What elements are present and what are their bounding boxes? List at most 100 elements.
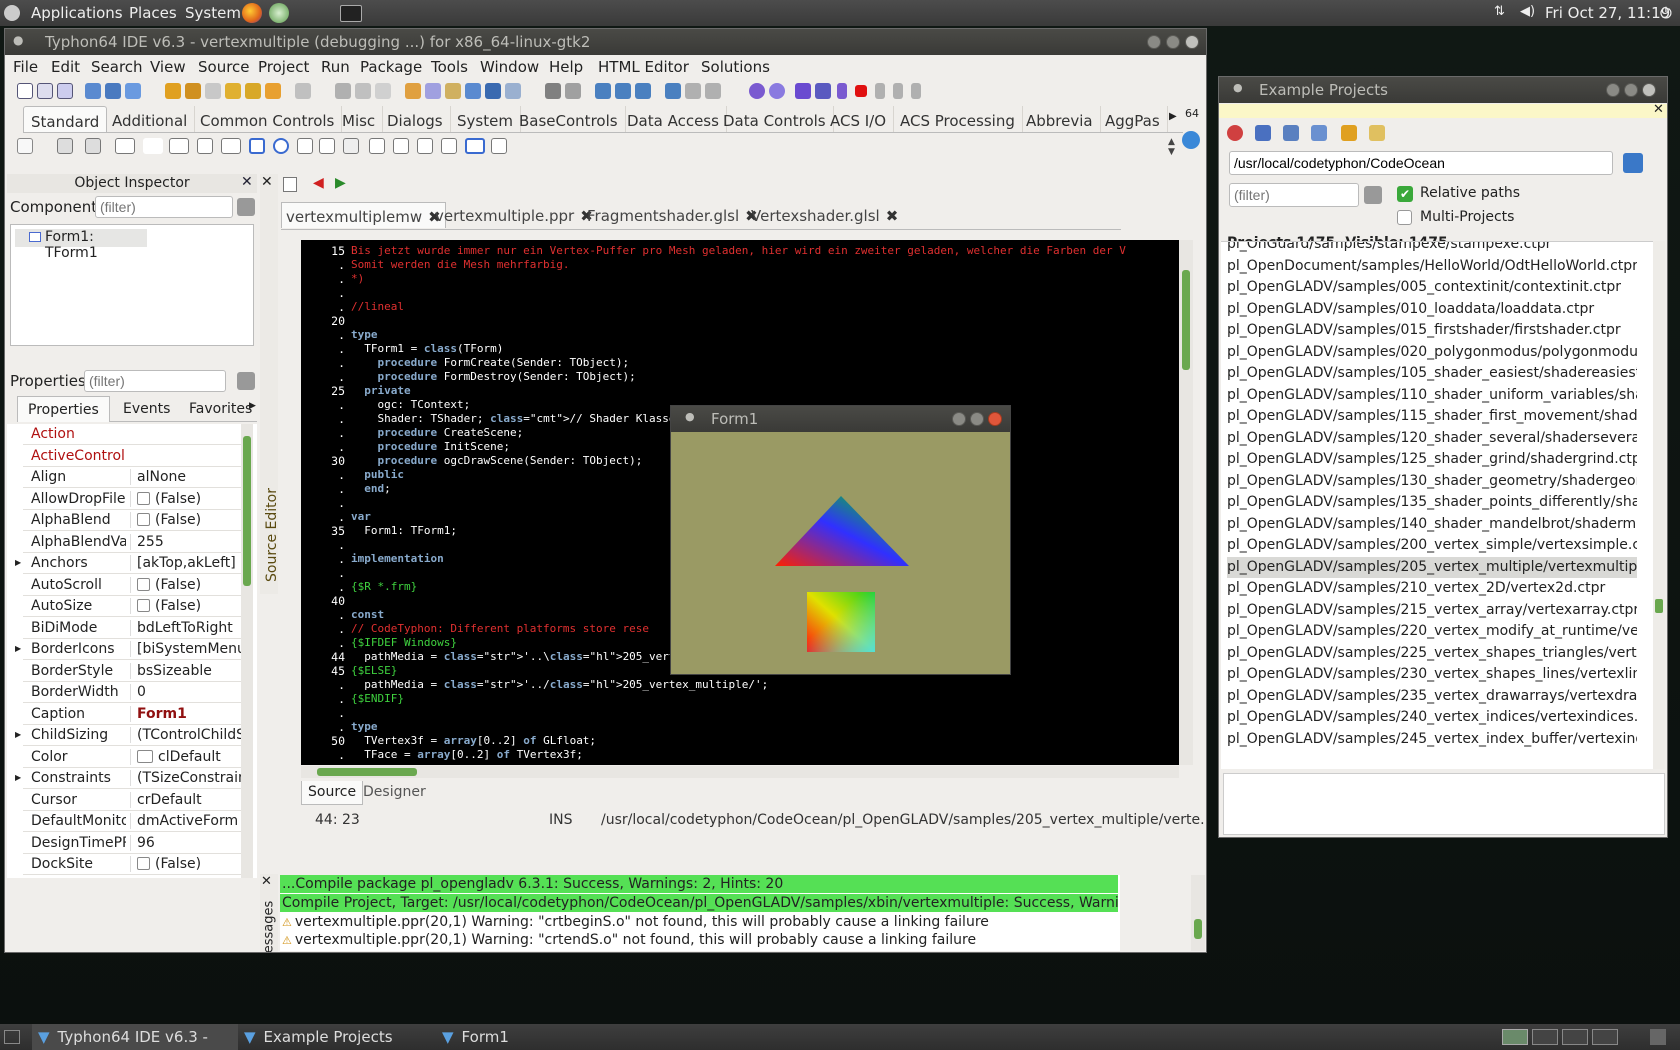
editor-icon[interactable] bbox=[665, 83, 681, 99]
window-menu-icon[interactable]: ● bbox=[13, 33, 23, 47]
code-line[interactable]: // CodeTyphon: Different platforms store… bbox=[351, 622, 649, 636]
edit-comp-icon[interactable] bbox=[169, 138, 189, 154]
menu-help[interactable]: Help bbox=[549, 58, 583, 76]
code-line[interactable]: {$IFDEF Windows} bbox=[351, 636, 457, 650]
property-value[interactable]: (TControlChildSizing) bbox=[130, 727, 252, 743]
property-row[interactable]: ▶ BorderIcons [biSystemMenu,biMinimize,biM… bbox=[15, 639, 252, 660]
popupmenu-icon[interactable] bbox=[85, 138, 101, 154]
code-line[interactable]: type bbox=[351, 720, 378, 734]
message-row[interactable]: ...Compile package pl_opengladv 6.3.1: S… bbox=[280, 875, 1118, 893]
project-list-item[interactable]: pl_OpenGLADV/samples/235_vertex_drawarra… bbox=[1227, 686, 1637, 707]
tab-designer[interactable]: Designer bbox=[363, 784, 426, 800]
tree-item-form1[interactable]: Form1: TForm1 bbox=[15, 229, 147, 261]
property-value[interactable]: (False) bbox=[130, 598, 252, 614]
panel-comp-icon[interactable] bbox=[441, 138, 457, 154]
code-line[interactable]: procedure FormCreate(Sender: TObject); bbox=[351, 356, 630, 370]
property-value[interactable]: 255 bbox=[130, 533, 252, 550]
cut-icon[interactable] bbox=[685, 83, 701, 99]
layout2-icon[interactable] bbox=[615, 83, 631, 99]
project-list-item[interactable]: pl_OpenDocument/samples/HelloWorld/OdtHe… bbox=[1227, 256, 1637, 277]
close-button[interactable] bbox=[988, 412, 1002, 426]
build-project-icon[interactable] bbox=[1255, 125, 1271, 141]
menu-search[interactable]: Search bbox=[91, 58, 143, 76]
inspector-icon[interactable] bbox=[445, 83, 461, 99]
watch-icon[interactable] bbox=[769, 83, 785, 99]
maximize-button[interactable] bbox=[1166, 35, 1180, 49]
step-into-icon[interactable] bbox=[875, 83, 885, 99]
step-out-icon[interactable] bbox=[911, 83, 921, 99]
menu-project[interactable]: Project bbox=[258, 58, 309, 76]
multi-projects-checkbox[interactable] bbox=[1397, 210, 1412, 225]
property-row[interactable]: AlphaBlendValue255 bbox=[23, 532, 251, 553]
palette-tab-abbrevia[interactable]: Abbrevia bbox=[1019, 106, 1101, 132]
palette-tab-dialogs[interactable]: Dialogs bbox=[380, 106, 451, 132]
minimize-button[interactable] bbox=[1147, 35, 1161, 49]
code-line[interactable]: procedure FormDestroy(Sender: TObject); bbox=[351, 370, 636, 384]
pointer-tool-icon[interactable] bbox=[17, 138, 33, 154]
property-value[interactable]: [akTop,akLeft] bbox=[130, 555, 252, 571]
workspace-2[interactable] bbox=[1532, 1029, 1558, 1045]
menu-applications[interactable]: Applications bbox=[31, 4, 123, 22]
editor-tab-vertexmultiple-ppr[interactable]: vertexmultiple.ppr ✖ bbox=[431, 202, 597, 228]
property-row[interactable]: Color clDefault bbox=[23, 747, 251, 768]
forward-arrow-icon[interactable]: ▶ bbox=[335, 175, 346, 191]
message-row[interactable]: ⚠ vertexmultiple.ppr(20,1) Warning: "crtb… bbox=[280, 913, 1118, 931]
network-icon[interactable]: ⇅ bbox=[1494, 4, 1505, 19]
project-list-item[interactable]: pl_OpenGLADV/samples/205_vertex_multiple… bbox=[1227, 556, 1637, 578]
project-list-item[interactable]: pl_OpenGLADV/samples/140_shader_mandelbr… bbox=[1227, 514, 1637, 535]
package-install-icon[interactable] bbox=[225, 83, 241, 99]
maximize-button[interactable] bbox=[1624, 83, 1638, 97]
project-list-item[interactable]: pl_OpenGLADV/samples/010_loaddata/loadda… bbox=[1227, 299, 1637, 320]
button-comp-icon[interactable] bbox=[115, 138, 135, 154]
new-unit-icon[interactable] bbox=[57, 83, 73, 99]
menu-edit[interactable]: Edit bbox=[51, 58, 80, 76]
property-value[interactable]: (False) bbox=[130, 490, 252, 507]
property-row[interactable]: BorderWidth 0 bbox=[23, 682, 251, 703]
browse-folder-icon[interactable] bbox=[1623, 153, 1643, 173]
property-value[interactable]: (False) bbox=[130, 512, 252, 528]
menu-run[interactable]: Run bbox=[321, 58, 350, 76]
property-row[interactable]: ▶ Constraints (TSizeConstraints) bbox=[15, 768, 252, 789]
workspace-4[interactable] bbox=[1592, 1029, 1618, 1045]
property-row[interactable]: AllowDropFiles (False) bbox=[23, 489, 251, 510]
editor-vscrollbar[interactable] bbox=[1179, 240, 1193, 765]
maximize-button[interactable] bbox=[970, 412, 984, 426]
property-row[interactable]: Cursor crDefault bbox=[23, 790, 251, 811]
palette-tab-acs-processing[interactable]: ACS Processing bbox=[893, 106, 1023, 132]
debug-icon[interactable] bbox=[749, 83, 765, 99]
window-menu-icon[interactable]: ● bbox=[1233, 81, 1243, 94]
package-open-icon[interactable] bbox=[165, 83, 181, 99]
togglebox-comp-icon[interactable] bbox=[221, 138, 241, 154]
editor-tab-fragmentshader[interactable]: Fragmentshader.glsl ✖ bbox=[583, 202, 762, 228]
menu-package[interactable]: Package bbox=[360, 58, 422, 76]
code-line[interactable]: procedure ogcDrawScene(Sender: TObject); bbox=[351, 454, 643, 468]
tabs-scroll-icon[interactable]: ▶ bbox=[249, 401, 256, 411]
frame-comp-icon[interactable] bbox=[465, 138, 485, 154]
property-value[interactable]: (False) bbox=[130, 856, 252, 872]
project-list-item[interactable]: pl_OpenGLADV/samples/245_vertex_index_bu… bbox=[1227, 729, 1637, 750]
folder-icon[interactable] bbox=[1341, 125, 1357, 141]
projects-path-input[interactable] bbox=[1229, 151, 1613, 175]
properties-filter-clear-icon[interactable] bbox=[237, 372, 255, 390]
terminal-icon[interactable] bbox=[340, 5, 362, 22]
tab-source[interactable]: Source bbox=[301, 781, 364, 805]
ubuntu-logo-icon[interactable] bbox=[4, 5, 20, 21]
tab-favorites[interactable]: Favorites bbox=[189, 401, 252, 417]
components-filter-input[interactable] bbox=[95, 196, 233, 218]
code-line[interactable]: TVertex3f = array[0..2] of GLfloat; bbox=[351, 734, 596, 748]
code-line[interactable]: type bbox=[351, 328, 378, 342]
copy-icon[interactable] bbox=[705, 83, 721, 99]
property-row[interactable]: ActiveControl bbox=[23, 446, 251, 467]
open-project-icon[interactable] bbox=[1283, 125, 1299, 141]
power-icon[interactable]: ⏻ bbox=[1660, 4, 1672, 22]
project-list-item[interactable]: pl_OpenGLADV/samples/005_contextinit/con… bbox=[1227, 277, 1637, 298]
object-inspector-close-icon[interactable]: ✕ bbox=[241, 174, 253, 190]
projects-scroll-thumb[interactable] bbox=[1655, 599, 1663, 613]
code-line[interactable]: var bbox=[351, 510, 371, 524]
search-projects-icon[interactable] bbox=[1369, 125, 1385, 141]
palette-tab-basecontrols[interactable]: BaseControls bbox=[512, 106, 626, 132]
project-list-item[interactable]: pl_OpenGLADV/samples/220_vertex_modify_a… bbox=[1227, 621, 1637, 642]
menu-solutions[interactable]: Solutions bbox=[701, 58, 770, 76]
property-row[interactable]: Align alNone bbox=[23, 467, 251, 488]
compile-icon[interactable] bbox=[425, 83, 441, 99]
